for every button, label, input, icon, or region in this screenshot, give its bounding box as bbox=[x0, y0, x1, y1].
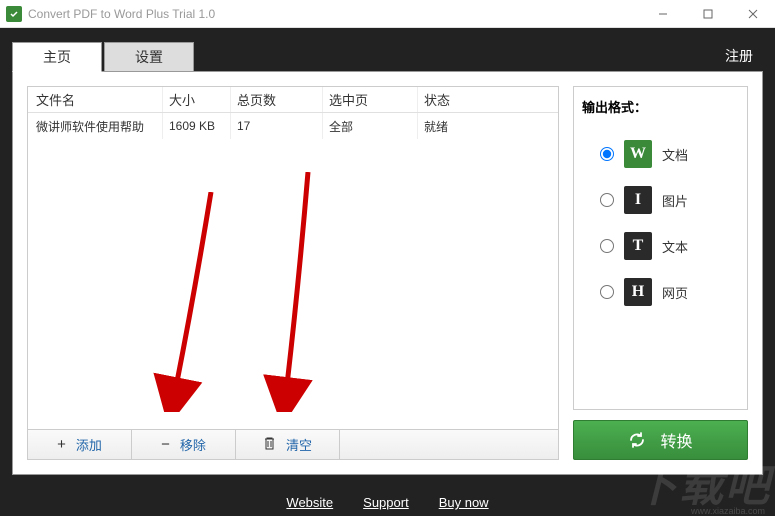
radio-image[interactable] bbox=[600, 193, 614, 207]
format-option-html[interactable]: H 网页 bbox=[582, 278, 739, 306]
main-panel: 主页 设置 注册 文件名 大小 总页数 选中页 状态 微讲师软件使用帮助 160… bbox=[0, 28, 775, 516]
register-link[interactable]: 注册 bbox=[725, 46, 763, 72]
cell-selected: 全部 bbox=[323, 113, 418, 139]
table-body: 微讲师软件使用帮助 1609 KB 17 全部 就绪 bbox=[28, 113, 558, 429]
app-icon bbox=[6, 6, 22, 22]
cell-pages: 17 bbox=[231, 113, 323, 139]
radio-html[interactable] bbox=[600, 285, 614, 299]
format-option-text[interactable]: T 文本 bbox=[582, 232, 739, 260]
close-button[interactable] bbox=[730, 0, 775, 28]
col-header-selected[interactable]: 选中页 bbox=[323, 87, 418, 112]
table-row[interactable]: 微讲师软件使用帮助 1609 KB 17 全部 就绪 bbox=[28, 113, 558, 139]
radio-doc[interactable] bbox=[600, 147, 614, 161]
radio-text[interactable] bbox=[600, 239, 614, 253]
tab-settings[interactable]: 设置 bbox=[104, 42, 194, 72]
format-option-image[interactable]: I 图片 bbox=[582, 186, 739, 214]
plus-icon: + bbox=[57, 436, 66, 453]
cell-size: 1609 KB bbox=[163, 113, 231, 139]
text-icon: T bbox=[624, 232, 652, 260]
titlebar: Convert PDF to Word Plus Trial 1.0 bbox=[0, 0, 775, 28]
add-button[interactable]: +添加 bbox=[28, 430, 132, 459]
support-link[interactable]: Support bbox=[363, 495, 409, 510]
buy-link[interactable]: Buy now bbox=[439, 495, 489, 510]
clear-button[interactable]: 清空 bbox=[236, 430, 340, 459]
html-icon: H bbox=[624, 278, 652, 306]
convert-button[interactable]: 转换 bbox=[573, 420, 748, 460]
remove-button[interactable]: −移除 bbox=[132, 430, 236, 459]
output-format-title: 输出格式： bbox=[582, 97, 739, 116]
output-format-box: 输出格式： W 文档 I 图片 T 文本 H bbox=[573, 86, 748, 410]
word-icon: W bbox=[624, 140, 652, 168]
window-title: Convert PDF to Word Plus Trial 1.0 bbox=[28, 7, 215, 21]
table-header: 文件名 大小 总页数 选中页 状态 bbox=[28, 87, 558, 113]
refresh-icon bbox=[628, 431, 646, 449]
col-header-status[interactable]: 状态 bbox=[418, 87, 558, 112]
format-option-doc[interactable]: W 文档 bbox=[582, 140, 739, 168]
minus-icon: − bbox=[161, 436, 170, 453]
cell-status: 就绪 bbox=[418, 113, 558, 139]
tabbar: 主页 设置 注册 bbox=[12, 40, 763, 72]
content-area: 文件名 大小 总页数 选中页 状态 微讲师软件使用帮助 1609 KB 17 全… bbox=[12, 71, 763, 475]
footer-links: Website Support Buy now bbox=[0, 495, 775, 510]
trash-icon bbox=[263, 436, 276, 454]
col-header-pages[interactable]: 总页数 bbox=[231, 87, 323, 112]
col-header-size[interactable]: 大小 bbox=[163, 87, 231, 112]
image-icon: I bbox=[624, 186, 652, 214]
file-table: 文件名 大小 总页数 选中页 状态 微讲师软件使用帮助 1609 KB 17 全… bbox=[27, 86, 559, 430]
tab-main[interactable]: 主页 bbox=[12, 42, 102, 72]
website-link[interactable]: Website bbox=[286, 495, 333, 510]
cell-name: 微讲师软件使用帮助 bbox=[28, 113, 163, 139]
minimize-button[interactable] bbox=[640, 0, 685, 28]
col-header-name[interactable]: 文件名 bbox=[28, 87, 163, 112]
toolbar: +添加 −移除 清空 bbox=[27, 430, 559, 460]
maximize-button[interactable] bbox=[685, 0, 730, 28]
